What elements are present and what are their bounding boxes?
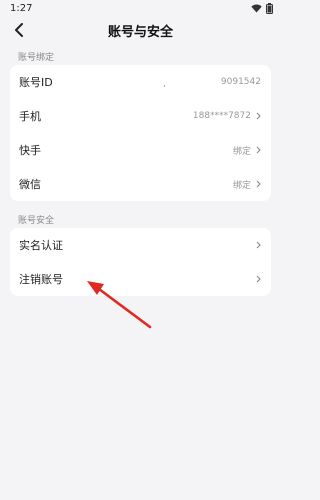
kuaishou-bind-status: 绑定 xyxy=(232,146,251,157)
status-icons xyxy=(251,2,273,14)
row-kuaishou[interactable]: 快手 绑定 xyxy=(10,133,271,167)
chevron-right-icon xyxy=(256,112,261,120)
row-right-delete-account xyxy=(256,275,261,283)
wifi-icon xyxy=(251,4,262,12)
row-right-wechat: 绑定 xyxy=(233,178,261,191)
row-label-kuaishou: 快手 xyxy=(19,144,41,157)
stray-dot-mark: · xyxy=(163,82,166,92)
row-label-real-name: 实名认证 xyxy=(19,239,63,252)
row-label-phone: 手机 xyxy=(19,110,41,123)
row-phone[interactable]: 手机 188****7872 xyxy=(10,99,271,133)
row-right-account-id: 9091542 xyxy=(221,77,261,87)
row-right-phone: 188****7872 xyxy=(193,111,261,121)
account-binding-card: 账号ID 9091542 手机 188****7872 快手 绑定 微信 绑定 xyxy=(10,65,271,201)
row-label-wechat: 微信 xyxy=(19,178,41,191)
chevron-right-icon xyxy=(256,275,261,283)
section-title-account-security: 账号安全 xyxy=(18,215,55,226)
nav-bar: 账号与安全 xyxy=(0,16,281,44)
battery-icon xyxy=(266,2,273,14)
status-time: 1:27 xyxy=(10,2,33,14)
back-button[interactable] xyxy=(6,18,32,42)
phone-value: 188****7872 xyxy=(192,111,251,121)
row-wechat[interactable]: 微信 绑定 xyxy=(10,167,271,201)
section-title-account-binding: 账号绑定 xyxy=(18,52,55,63)
status-bar: 1:27 xyxy=(0,0,281,16)
chevron-right-icon xyxy=(256,180,261,188)
back-arrow-icon xyxy=(15,23,23,37)
wechat-bind-status: 绑定 xyxy=(232,180,251,191)
row-label-account-id: 账号ID xyxy=(19,76,53,89)
row-delete-account[interactable]: 注销账号 xyxy=(10,262,271,296)
chevron-right-icon xyxy=(256,146,261,154)
row-right-real-name xyxy=(256,241,261,249)
row-label-delete-account: 注销账号 xyxy=(19,273,63,286)
row-right-kuaishou: 绑定 xyxy=(233,144,261,157)
account-id-value: 9091542 xyxy=(220,77,261,87)
page-title: 账号与安全 xyxy=(107,24,173,40)
row-account-id[interactable]: 账号ID 9091542 xyxy=(10,65,271,99)
row-real-name-verification[interactable]: 实名认证 xyxy=(10,228,271,262)
account-security-card: 实名认证 注销账号 xyxy=(10,228,271,296)
chevron-right-icon xyxy=(256,241,261,249)
